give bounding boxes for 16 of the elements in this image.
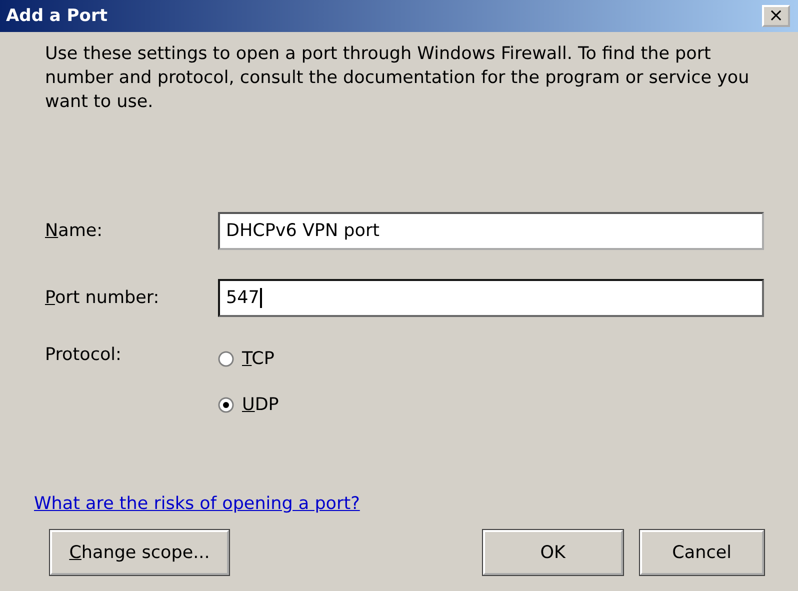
dialog-button[interactable]: Cancel: [640, 530, 764, 575]
protocol-label: Protocol:: [45, 345, 122, 365]
window-title: Add a Port: [6, 6, 108, 26]
field-label: Name:: [45, 221, 104, 241]
dialog-button[interactable]: Change scope...: [50, 530, 229, 575]
radio-label[interactable]: UDP: [242, 395, 279, 415]
input-field[interactable]: DHCPv6 VPN port: [218, 212, 764, 250]
risks-link[interactable]: What are the risks of opening a port?: [34, 494, 360, 514]
field-label: Port number:: [45, 288, 160, 308]
radio-button[interactable]: [218, 351, 234, 367]
dialog-button[interactable]: OK: [482, 530, 623, 575]
radio-button[interactable]: [218, 397, 234, 413]
description-text: Use these settings to open a port through Windows Firewall. To find the port number and protocol, consult the documentation for the program or service you want to use.: [45, 43, 750, 114]
input-field[interactable]: 547: [218, 279, 764, 317]
close-button[interactable]: ×: [762, 5, 790, 27]
radio-label[interactable]: TCP: [242, 349, 274, 369]
